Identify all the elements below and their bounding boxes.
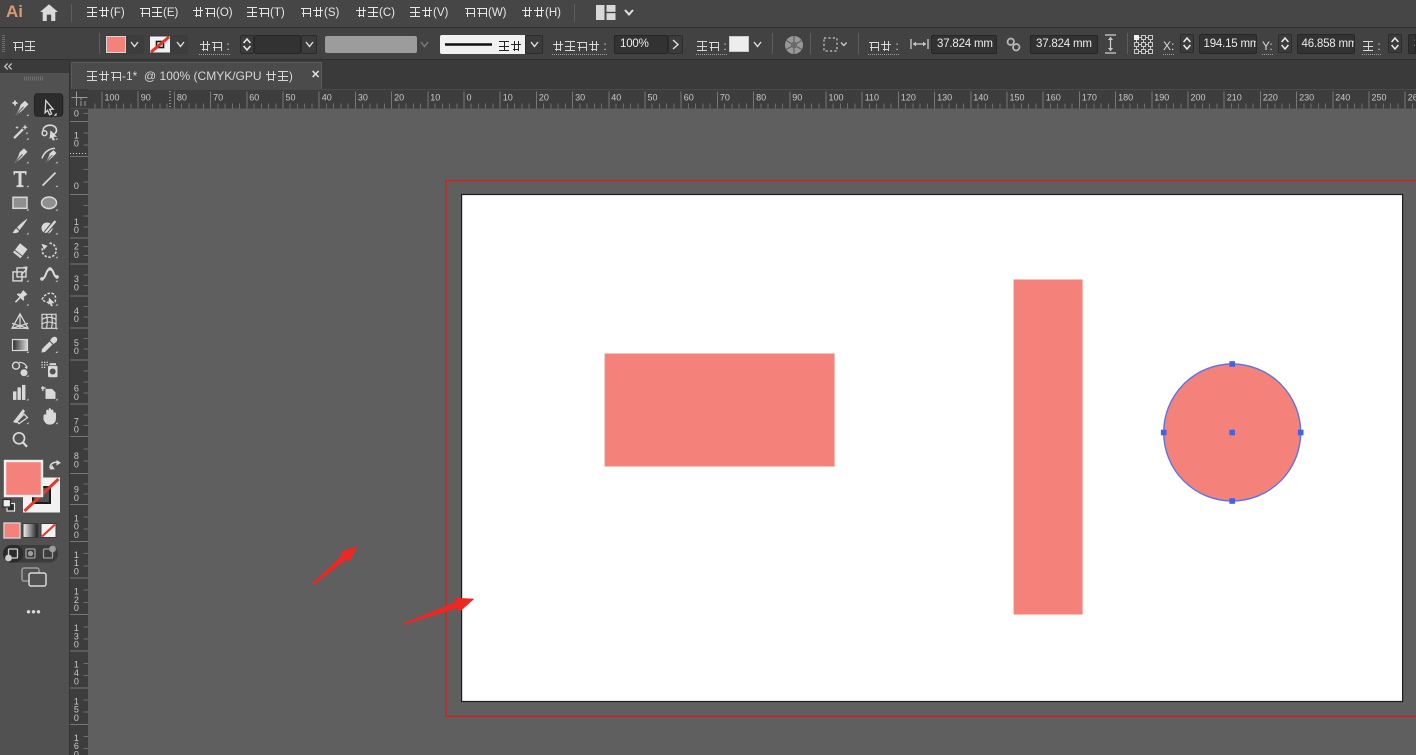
svg-text:200: 200	[1191, 93, 1206, 103]
svg-text:0: 0	[74, 459, 79, 469]
svg-text:0: 0	[74, 676, 79, 686]
svg-text:80: 80	[177, 93, 187, 103]
svg-text:20: 20	[394, 93, 404, 103]
svg-text:0: 0	[467, 93, 472, 103]
svg-text:190: 190	[1154, 93, 1169, 103]
svg-text:0: 0	[74, 282, 79, 292]
svg-text:70: 70	[720, 93, 730, 103]
svg-text:0: 0	[74, 109, 79, 119]
svg-text:0: 0	[74, 492, 79, 502]
svg-text:40: 40	[611, 93, 621, 103]
svg-text:0: 0	[74, 749, 79, 755]
svg-text:0: 0	[74, 249, 79, 259]
svg-text:220: 220	[1263, 93, 1278, 103]
svg-text:70: 70	[213, 93, 223, 103]
svg-text:170: 170	[1082, 93, 1097, 103]
svg-text:0: 0	[74, 346, 79, 356]
svg-text:0: 0	[74, 530, 79, 540]
svg-text:60: 60	[249, 93, 259, 103]
svg-text:260: 260	[1408, 93, 1416, 103]
svg-text:0: 0	[74, 392, 79, 402]
svg-text:0: 0	[74, 225, 79, 235]
svg-text:230: 230	[1299, 93, 1314, 103]
svg-text:0: 0	[74, 603, 79, 613]
svg-text:10: 10	[503, 93, 513, 103]
svg-text:0: 0	[74, 639, 79, 649]
svg-text:0: 0	[74, 181, 79, 191]
svg-text:40: 40	[322, 93, 332, 103]
svg-text:240: 240	[1335, 93, 1350, 103]
svg-text:150: 150	[1010, 93, 1025, 103]
svg-text:210: 210	[1227, 93, 1242, 103]
svg-text:120: 120	[901, 93, 916, 103]
svg-text:160: 160	[1046, 93, 1061, 103]
svg-text:50: 50	[286, 93, 296, 103]
svg-text:250: 250	[1372, 93, 1387, 103]
svg-text:30: 30	[575, 93, 585, 103]
svg-text:0: 0	[74, 314, 79, 324]
svg-text:90: 90	[792, 93, 802, 103]
svg-text:100: 100	[829, 93, 844, 103]
svg-text:80: 80	[756, 93, 766, 103]
svg-text:90: 90	[141, 93, 151, 103]
svg-text:140: 140	[973, 93, 988, 103]
svg-text:0: 0	[74, 712, 79, 722]
svg-text:110: 110	[865, 93, 879, 103]
svg-text:0: 0	[74, 138, 79, 148]
svg-text:130: 130	[937, 93, 952, 103]
svg-text:50: 50	[648, 93, 658, 103]
svg-text:100: 100	[105, 93, 120, 103]
svg-text:60: 60	[684, 93, 694, 103]
svg-text:0: 0	[74, 566, 79, 576]
svg-text:0: 0	[74, 424, 79, 434]
svg-text:20: 20	[539, 93, 549, 103]
svg-text:30: 30	[358, 93, 368, 103]
svg-text:180: 180	[1118, 93, 1133, 103]
svg-text:10: 10	[430, 93, 440, 103]
